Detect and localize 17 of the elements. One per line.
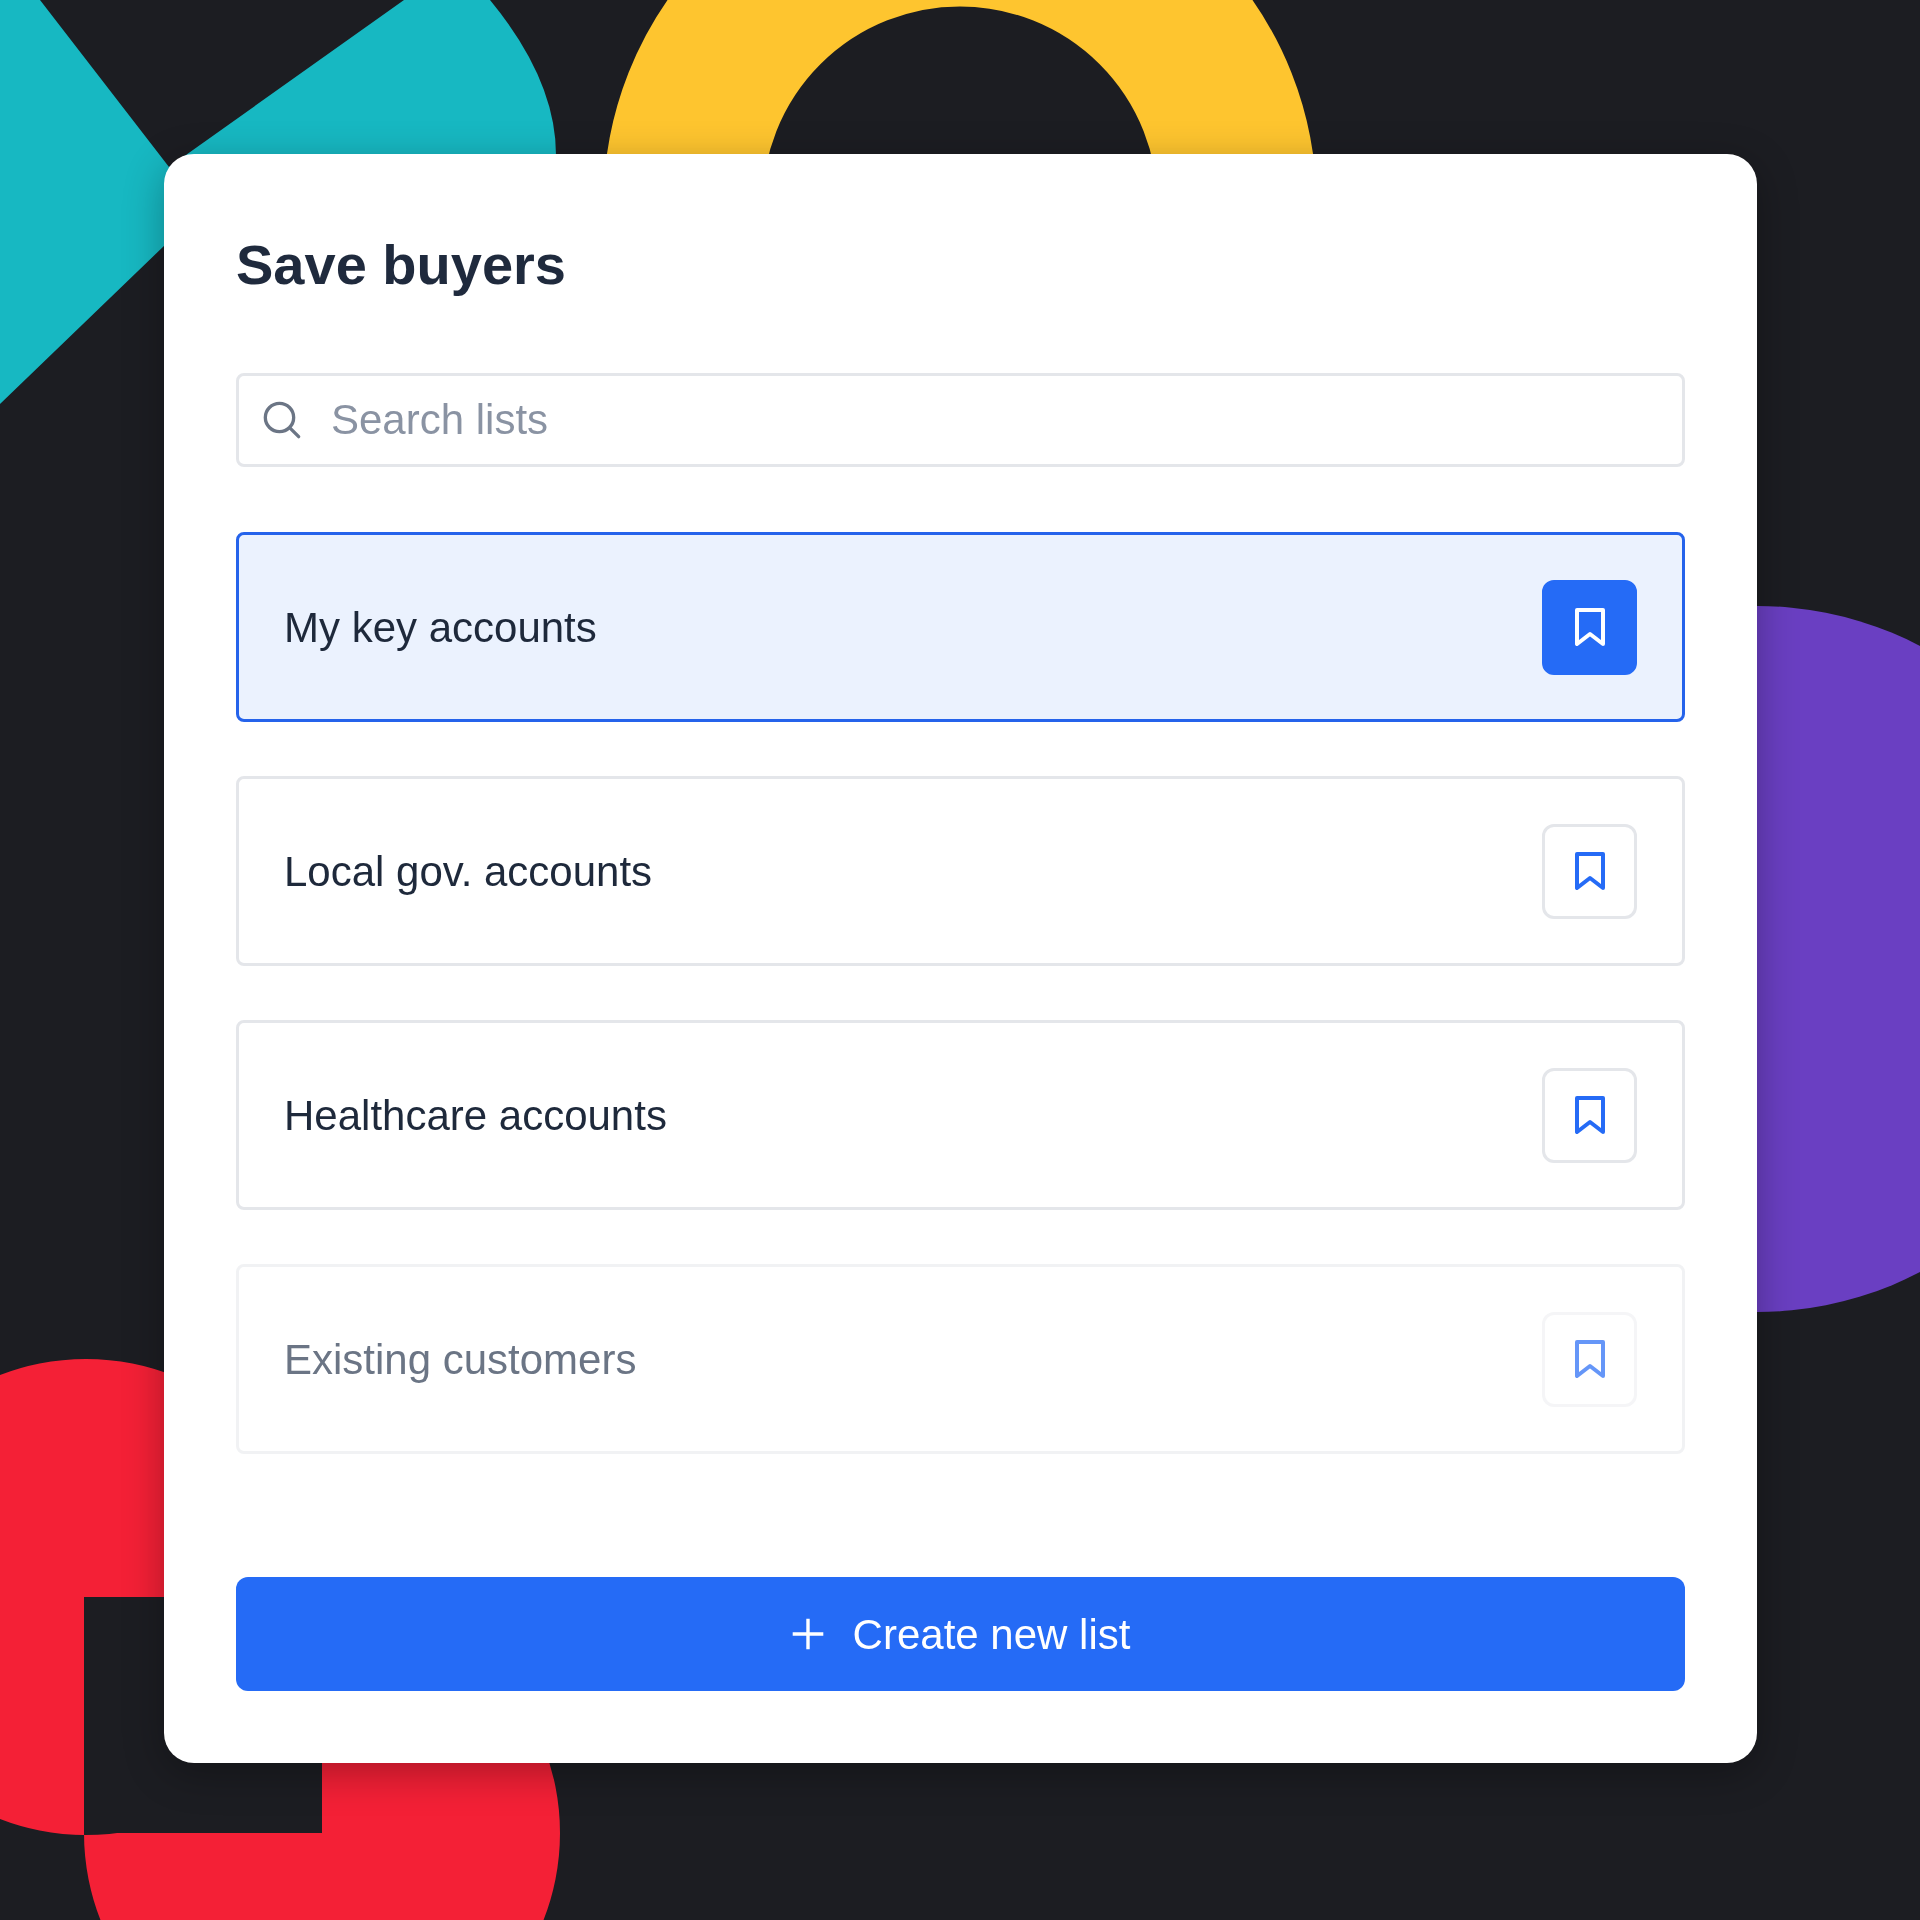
list-name: My key accounts — [284, 602, 597, 653]
bookmark-icon — [1572, 607, 1607, 648]
bookmark-icon — [1572, 1095, 1607, 1136]
create-new-list-button[interactable]: Create new list — [236, 1577, 1685, 1692]
bookmark-icon — [1572, 1339, 1607, 1380]
search-icon — [262, 400, 302, 441]
bookmark-icon — [1572, 851, 1607, 892]
list-item[interactable]: Local gov. accounts — [236, 776, 1685, 967]
search-field[interactable]: Search lists — [236, 373, 1685, 468]
bookmark-button[interactable] — [1542, 579, 1637, 675]
list-name: Healthcare accounts — [284, 1090, 667, 1141]
dialog-title: Save buyers — [236, 232, 567, 298]
list-name: Existing customers — [284, 1334, 637, 1385]
list-item[interactable]: Healthcare accounts — [236, 1020, 1685, 1211]
list-name: Local gov. accounts — [284, 846, 653, 897]
list-item[interactable]: My key accounts — [236, 532, 1685, 723]
plus-icon — [790, 1617, 825, 1652]
